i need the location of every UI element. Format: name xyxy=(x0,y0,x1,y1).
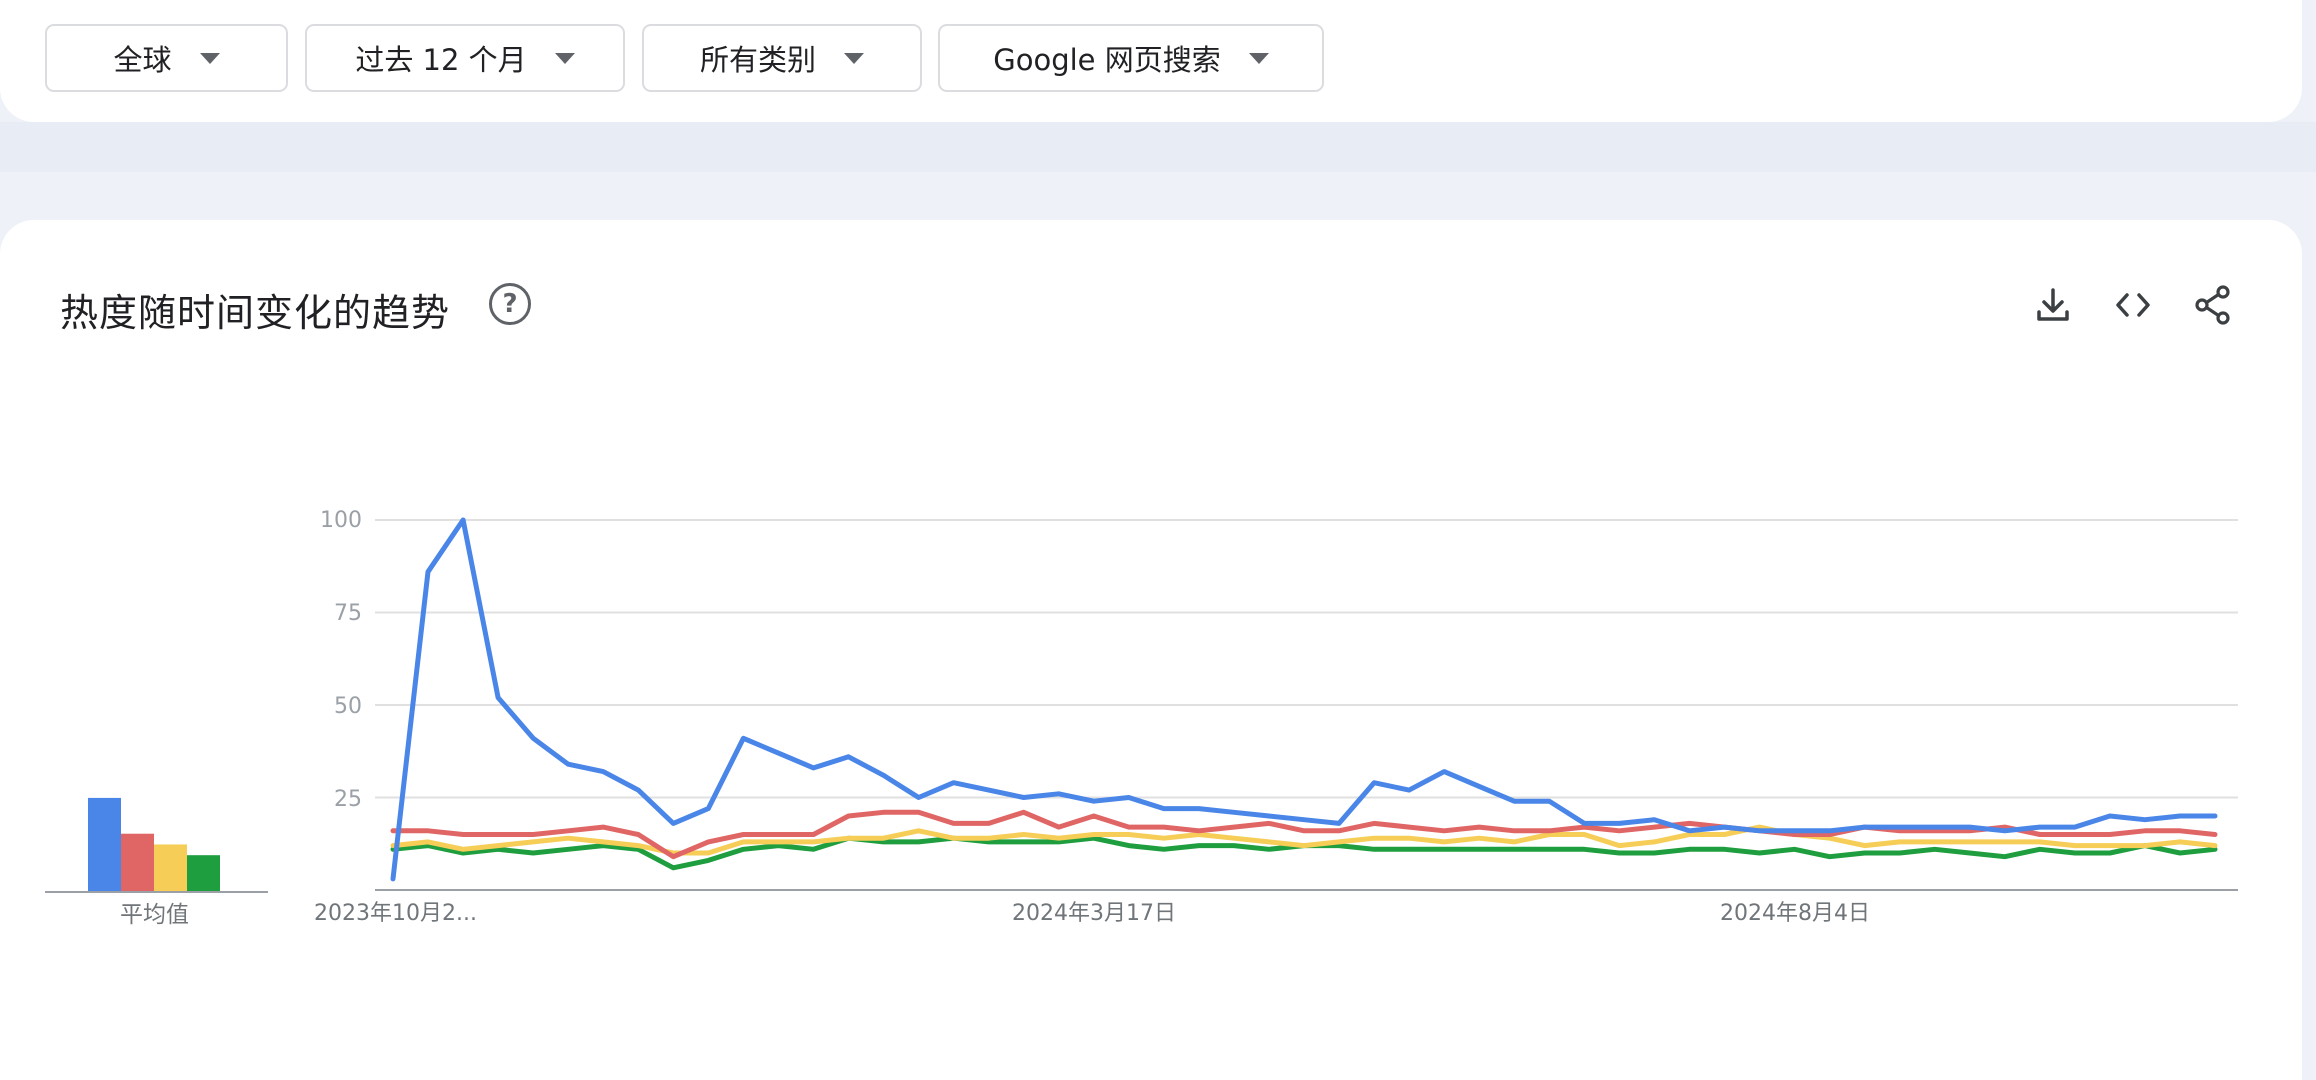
time-range-dropdown-label: 过去 12 个月 xyxy=(355,43,527,77)
help-icon[interactable]: ? xyxy=(489,283,531,325)
filter-bar: 全球 过去 12 个月 所有类别 Google 网页搜索 xyxy=(0,0,2302,122)
chevron-down-icon xyxy=(199,52,220,64)
y-tick-label: 50 xyxy=(334,694,362,719)
category-dropdown-label: 所有类别 xyxy=(699,43,816,77)
search-type-dropdown-label: Google 网页搜索 xyxy=(993,43,1221,77)
help-icon-glyph: ? xyxy=(502,289,518,319)
chevron-down-icon xyxy=(554,52,575,64)
page-background-band xyxy=(0,122,2316,172)
region-dropdown[interactable]: 全球 xyxy=(45,24,288,92)
average-label: 平均值 xyxy=(120,902,189,928)
share-icon[interactable] xyxy=(2192,284,2234,326)
y-tick-label: 25 xyxy=(334,787,362,812)
search-type-dropdown[interactable]: Google 网页搜索 xyxy=(938,24,1324,92)
y-tick-label: 100 xyxy=(320,508,362,533)
x-tick-label: 2024年8月4日 xyxy=(1720,901,1870,926)
embed-code-icon[interactable] xyxy=(2112,284,2154,326)
section-title: 热度随时间变化的趋势 xyxy=(60,291,451,335)
x-tick-label: 2024年3月17日 xyxy=(1012,901,1176,926)
category-dropdown[interactable]: 所有类别 xyxy=(642,24,922,92)
region-dropdown-label: 全球 xyxy=(113,43,172,77)
download-icon[interactable] xyxy=(2032,284,2074,326)
y-tick-label: 75 xyxy=(334,601,362,626)
chevron-down-icon xyxy=(844,52,864,64)
time-range-dropdown[interactable]: 过去 12 个月 xyxy=(305,24,625,92)
series-line-1[interactable] xyxy=(390,517,2218,882)
chevron-down-icon xyxy=(1248,52,1269,64)
x-tick-label: 2023年10月2... xyxy=(314,901,477,926)
